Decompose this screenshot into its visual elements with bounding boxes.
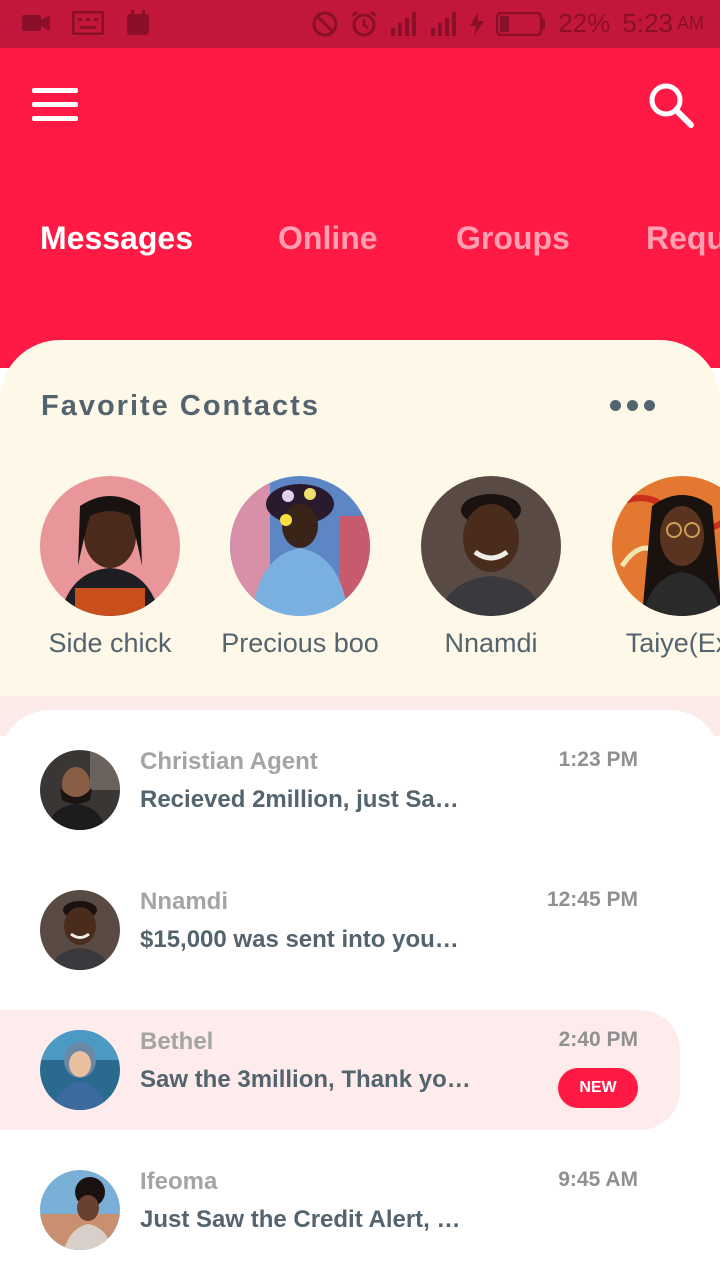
message-time: 12:45 PM xyxy=(546,888,638,911)
avatar xyxy=(40,750,120,830)
message-time: 2:40 PM xyxy=(558,1028,638,1051)
do-not-disturb-icon xyxy=(312,11,338,36)
tab-messages[interactable]: Messages xyxy=(40,220,193,257)
list-item[interactable]: Ifeoma Just Saw the Credit Alert, … 9:45… xyxy=(0,1150,720,1270)
more-dot xyxy=(627,400,638,411)
favorite-contact[interactable]: Side chick xyxy=(10,476,210,659)
hamburger-menu-icon-line xyxy=(32,102,78,107)
favorites-title: Favorite Contacts xyxy=(41,390,320,422)
avatar xyxy=(40,476,180,616)
avatar xyxy=(612,476,720,616)
battery-percent: 22% xyxy=(558,8,611,38)
tab-groups[interactable]: Groups xyxy=(456,220,570,257)
message-preview: Recieved 2million, just Sa… xyxy=(140,786,459,813)
menu-button[interactable] xyxy=(32,88,80,122)
avatar xyxy=(421,476,561,616)
contact-name: Bethel xyxy=(140,1028,214,1055)
hamburger-menu-icon xyxy=(32,88,78,93)
alarm-icon xyxy=(351,10,378,36)
contact-name: Ifeoma xyxy=(140,1168,218,1195)
favorite-name: Precious boo xyxy=(221,628,379,658)
avatar xyxy=(230,476,370,616)
favorite-name: Side chick xyxy=(48,628,172,658)
favorite-name: Taiye(Ex) xyxy=(625,628,720,658)
status-bar: 22% 5:23 AM xyxy=(0,0,720,48)
avatar xyxy=(40,1030,120,1110)
keyboard-icon xyxy=(72,11,104,35)
list-item-unread[interactable]: Bethel Saw the 3million, Thank yo… 2:40 … xyxy=(0,1010,680,1130)
contact-name: Nnamdi xyxy=(140,888,229,915)
signal-icon xyxy=(431,11,457,36)
more-dot xyxy=(644,400,655,411)
search-button[interactable] xyxy=(646,80,696,130)
clock-ampm: AM xyxy=(677,13,704,33)
favorite-name: Nnamdi xyxy=(444,628,538,658)
message-preview: Saw the 3million, Thank yo… xyxy=(140,1066,471,1093)
tab-bar: Messages Online Groups Requ xyxy=(0,220,720,270)
video-icon xyxy=(22,15,50,31)
clock-time: 5:23 xyxy=(622,8,673,38)
message-time: 1:23 PM xyxy=(558,748,638,771)
search-icon xyxy=(649,83,694,128)
favorite-contact[interactable]: Nnamdi xyxy=(391,476,591,659)
avatar xyxy=(40,890,120,970)
messages-list: Christian Agent Recieved 2million, just … xyxy=(0,710,720,1280)
favorite-contacts-panel: Favorite Contacts Side chick Precious bo… xyxy=(0,340,720,720)
avatar xyxy=(40,1170,120,1250)
more-options-button[interactable] xyxy=(610,400,655,411)
tab-requests[interactable]: Requ xyxy=(646,220,720,257)
new-badge: NEW xyxy=(558,1068,638,1108)
hamburger-menu-icon-line xyxy=(32,116,78,121)
battery-icon xyxy=(496,11,546,36)
list-item[interactable]: Christian Agent Recieved 2million, just … xyxy=(0,730,720,850)
favorite-contact[interactable]: Precious boo xyxy=(200,476,400,659)
signal-icon xyxy=(391,11,417,36)
calendar-icon xyxy=(127,10,149,35)
list-item[interactable]: Nnamdi $15,000 was sent into you… 12:45 … xyxy=(0,870,720,990)
charging-icon xyxy=(470,11,485,36)
app-bar: Messages Online Groups Requ xyxy=(0,48,720,368)
contact-name: Christian Agent xyxy=(140,748,318,775)
message-preview: $15,000 was sent into you… xyxy=(140,926,459,953)
tab-online[interactable]: Online xyxy=(278,220,378,257)
more-horizontal-icon xyxy=(610,400,621,411)
favorite-contact[interactable]: Taiye(Ex) xyxy=(582,476,720,659)
message-time: 9:45 AM xyxy=(558,1168,638,1191)
message-preview: Just Saw the Credit Alert, … xyxy=(140,1206,461,1233)
